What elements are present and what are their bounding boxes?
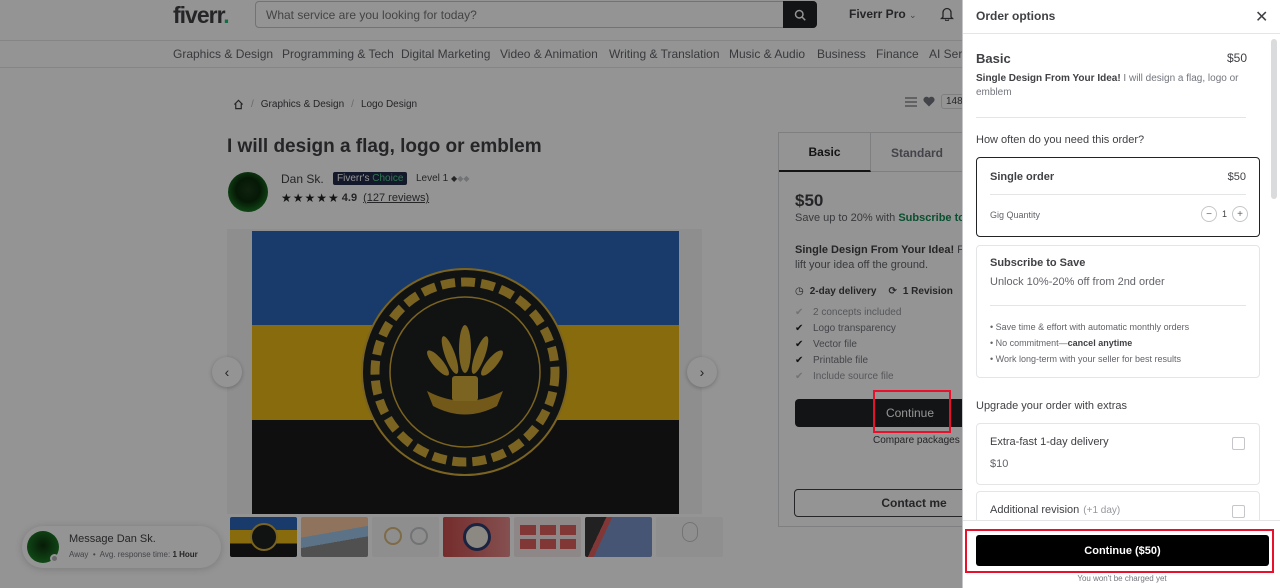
package-name: Basic — [976, 51, 1011, 66]
close-icon[interactable]: ✕ — [1255, 7, 1268, 27]
subscribe-option[interactable]: Subscribe to Save Unlock 10%-20% off fro… — [976, 245, 1260, 378]
no-charge-note: You won't be charged yet — [1077, 574, 1167, 583]
extra-label: Additional revision (+1 day) — [990, 504, 1120, 516]
single-order-label: Single order — [990, 171, 1055, 183]
extra-checkbox[interactable] — [1232, 437, 1245, 450]
minus-icon: − — [1206, 208, 1212, 220]
divider — [990, 305, 1246, 306]
extra-checkbox[interactable] — [1232, 505, 1245, 518]
benefit-item: Save time & effort with automatic monthl… — [990, 319, 1189, 335]
package-price: $50 — [1227, 51, 1248, 65]
subscribe-subtitle: Unlock 10%-20% off from 2nd order — [990, 276, 1165, 288]
increment-button[interactable]: + — [1232, 206, 1248, 222]
drawer-scrollbar[interactable] — [1271, 39, 1277, 199]
page: fiverr. Fiverr Pro ⌄ Graphics & Design P… — [0, 0, 1280, 588]
extra-note: (+1 day) — [1083, 505, 1121, 516]
highlight-box — [873, 390, 951, 433]
order-options-drawer: Order options ✕ Basic $50 Single Design … — [962, 0, 1280, 588]
modal-overlay[interactable] — [0, 0, 962, 588]
decrement-button[interactable]: − — [1200, 206, 1217, 222]
single-order-price: $50 — [1227, 171, 1246, 183]
quantity-value: 1 — [1221, 209, 1227, 219]
divider — [976, 117, 1246, 118]
benefit-text: No commitment— — [995, 338, 1068, 348]
extra-option[interactable]: Extra-fast 1-day delivery $10 — [976, 423, 1260, 485]
package-description: Single Design From Your Idea! I will des… — [976, 72, 1248, 100]
benefit-item: Work long-term with your seller for best… — [990, 351, 1189, 367]
plus-icon: + — [1237, 208, 1243, 220]
drawer-header: Order options ✕ — [963, 0, 1280, 34]
quantity-stepper: − 1 + — [1200, 206, 1248, 222]
divider — [990, 194, 1246, 195]
extra-label: Extra-fast 1-day delivery — [990, 436, 1109, 448]
subscribe-title: Subscribe to Save — [990, 257, 1086, 269]
benefit-bold: cancel anytime — [1067, 338, 1133, 348]
extras-title: Upgrade your order with extras — [976, 400, 1128, 412]
single-order-option[interactable]: Single order $50 Gig Quantity − 1 + — [976, 157, 1260, 237]
extra-label-text: Additional revision — [990, 504, 1080, 516]
highlight-box — [965, 529, 1274, 573]
extra-price: $10 — [990, 458, 1009, 470]
drawer-body: Basic $50 Single Design From Your Idea! … — [963, 35, 1280, 520]
gig-quantity-label: Gig Quantity — [990, 210, 1041, 220]
benefit-item: No commitment—cancel anytime — [990, 335, 1189, 351]
package-desc-bold: Single Design From Your Idea! — [976, 73, 1121, 84]
frequency-question: How often do you need this order? — [976, 134, 1145, 146]
subscribe-benefits: Save time & effort with automatic monthl… — [990, 319, 1189, 367]
extra-option[interactable]: Additional revision (+1 day) — [976, 491, 1260, 520]
drawer-title: Order options — [976, 9, 1056, 23]
